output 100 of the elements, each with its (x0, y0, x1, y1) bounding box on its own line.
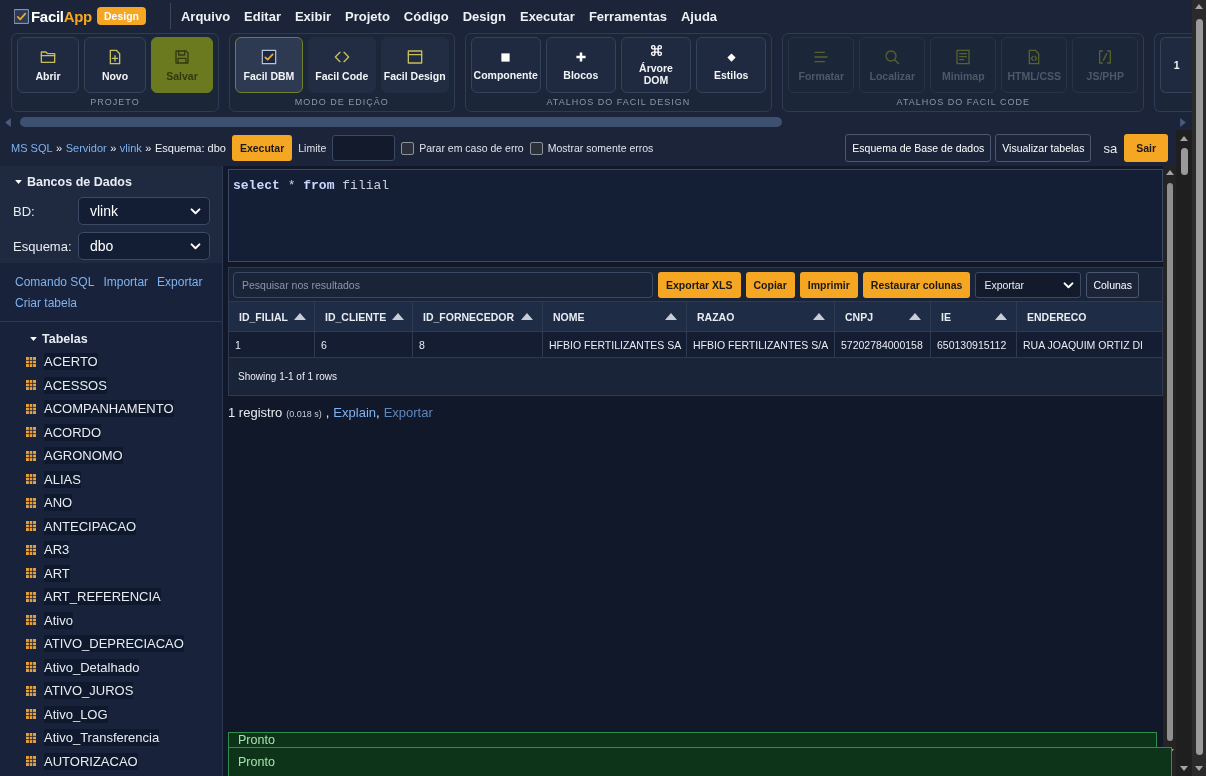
chevron-down-icon (190, 207, 201, 215)
ribbon-button[interactable]: Facil DBM (235, 37, 303, 93)
select-field[interactable]: dbo (78, 232, 210, 260)
ribbon-button[interactable]: 1 (1160, 37, 1192, 93)
export-select[interactable]: Exportar (975, 272, 1082, 298)
vertical-scrollbar[interactable] (1192, 0, 1206, 776)
checkbox-label: Parar em caso de erro (419, 142, 524, 154)
sort-icon[interactable] (521, 313, 533, 320)
select-field[interactable]: vlink (78, 197, 210, 225)
sort-icon[interactable] (813, 313, 825, 320)
vertical-scrollbar[interactable] (1176, 130, 1192, 776)
table-name[interactable]: ACORDO (44, 423, 102, 441)
action-button[interactable]: Restaurar colunas (862, 272, 971, 298)
up-arrow-icon[interactable] (1195, 4, 1203, 9)
search-field[interactable]: Pesquisar nos resultados (233, 272, 653, 298)
sql-editor[interactable]: select * from filial (228, 169, 1163, 262)
menu-item[interactable]: Ajuda (680, 8, 718, 24)
ribbon-button[interactable]: Árvore DOM (620, 37, 692, 93)
table-name[interactable]: ANO (44, 494, 73, 512)
table-name[interactable]: ACERTO (44, 353, 98, 371)
sidebar-link[interactable]: Comando SQL (15, 272, 95, 293)
table-cell: 6 (315, 332, 413, 357)
table-name[interactable]: AGRONOMO (44, 447, 123, 465)
vertical-scrollbar[interactable] (1163, 166, 1176, 776)
scrollbar-thumb[interactable] (20, 117, 782, 127)
menu-item[interactable]: Editar (244, 8, 281, 24)
menu-item[interactable]: Projeto (345, 8, 390, 24)
column-header[interactable]: ENDERECO (1017, 302, 1162, 331)
menu-item[interactable]: Código (403, 8, 449, 24)
checkbox[interactable] (529, 141, 543, 155)
ribbon-button[interactable]: Componente (470, 37, 541, 93)
breadcrumb-link[interactable]: vlink (119, 142, 142, 154)
menu-item[interactable]: Exibir (294, 8, 332, 24)
sort-icon[interactable] (294, 313, 306, 320)
app-logo-text: FacilApp (31, 7, 92, 25)
table-name[interactable]: Ativo (44, 611, 73, 629)
run-button[interactable]: Executar (231, 135, 293, 161)
table-name[interactable]: ANTECIPACAO (44, 517, 137, 535)
ribbon-button[interactable]: Blocos (545, 37, 616, 93)
sort-icon[interactable] (665, 313, 677, 320)
table-name[interactable]: ACOMPANHAMENTO (44, 400, 174, 418)
table-name[interactable]: ATIVO_DEPRECIACAO (44, 635, 184, 653)
columns-button[interactable]: Colunas (1086, 272, 1139, 298)
logout-button[interactable]: Sair (1124, 134, 1168, 162)
chevron-down-icon (190, 242, 201, 250)
table-name[interactable]: ART_REFERENCIA (44, 588, 161, 606)
sort-icon[interactable] (995, 313, 1007, 320)
table-icon (26, 756, 36, 767)
breadcrumb-link[interactable]: Servidor (65, 142, 107, 154)
table-name[interactable]: Ativo_Transferencia (44, 729, 160, 747)
ribbon-button[interactable]: Abrir (17, 37, 79, 93)
ribbon-button[interactable]: Estilos (696, 37, 767, 93)
window-icon (406, 48, 423, 65)
table-name[interactable]: ATIVO_JUROS (44, 682, 134, 700)
table-name[interactable]: ACESSOS (44, 376, 107, 394)
limit-field[interactable] (332, 135, 396, 161)
table-name[interactable]: AR3 (44, 541, 70, 559)
tree-folder[interactable]: Tabelas (42, 332, 88, 346)
table-cell: 8 (413, 332, 543, 357)
up-arrow-icon[interactable] (1165, 170, 1174, 175)
summary-link[interactable]: Explain (333, 405, 376, 420)
sidebar-link[interactable]: Criar tabela (15, 293, 78, 314)
edition-badge: Design (96, 7, 146, 25)
sort-icon[interactable] (909, 313, 921, 320)
sidebar-link[interactable]: Exportar (157, 272, 203, 293)
table-icon (26, 638, 36, 649)
table-name[interactable]: ART (44, 564, 70, 582)
checkbox[interactable] (401, 141, 415, 155)
limit-label: Limite (298, 142, 327, 154)
table-name[interactable]: AUTORIZACAO (44, 752, 138, 770)
up-arrow-icon[interactable] (1180, 136, 1188, 141)
table-icon (26, 662, 36, 673)
section-title[interactable]: Bancos de Dados (27, 175, 132, 189)
scrollbar-thumb[interactable] (1195, 19, 1203, 755)
ribbon-button[interactable]: Novo (84, 37, 146, 93)
menu-item[interactable]: Design (462, 8, 506, 24)
toolbar-button[interactable]: Esquema de Base de dados (845, 134, 992, 162)
menu-item[interactable]: Ferramentas (588, 8, 667, 24)
action-button[interactable]: Copiar (745, 272, 795, 298)
ribbon-button[interactable]: Facil Code (307, 37, 376, 93)
sort-icon[interactable] (392, 313, 405, 320)
table-icon (26, 474, 36, 485)
caret-down-icon[interactable] (15, 180, 22, 184)
action-button[interactable]: Exportar XLS (658, 272, 741, 298)
checkbox-icon (260, 48, 277, 65)
ribbon-button[interactable]: Facil Design (380, 37, 449, 93)
summary-link[interactable]: Exportar (383, 405, 433, 420)
table-name[interactable]: ALIAS (44, 470, 81, 488)
table-name[interactable]: Ativo_Detalhado (44, 658, 140, 676)
menu-item[interactable]: Executar (519, 8, 575, 24)
menu-item[interactable]: Arquivo (180, 8, 231, 24)
caret-down-icon[interactable] (30, 337, 37, 341)
action-button[interactable]: Imprimir (799, 272, 858, 298)
toolbar-button[interactable]: Visualizar tabelas (995, 134, 1092, 162)
breadcrumb-link[interactable]: MS SQL (11, 142, 53, 154)
scrollbar-thumb[interactable] (1180, 148, 1188, 175)
scrollbar-thumb[interactable] (1166, 183, 1173, 741)
table-name[interactable]: Ativo_LOG (44, 705, 108, 723)
group-label: ATALHOS DO FACIL DESIGN (545, 96, 692, 109)
sidebar-link[interactable]: Importar (103, 272, 149, 293)
